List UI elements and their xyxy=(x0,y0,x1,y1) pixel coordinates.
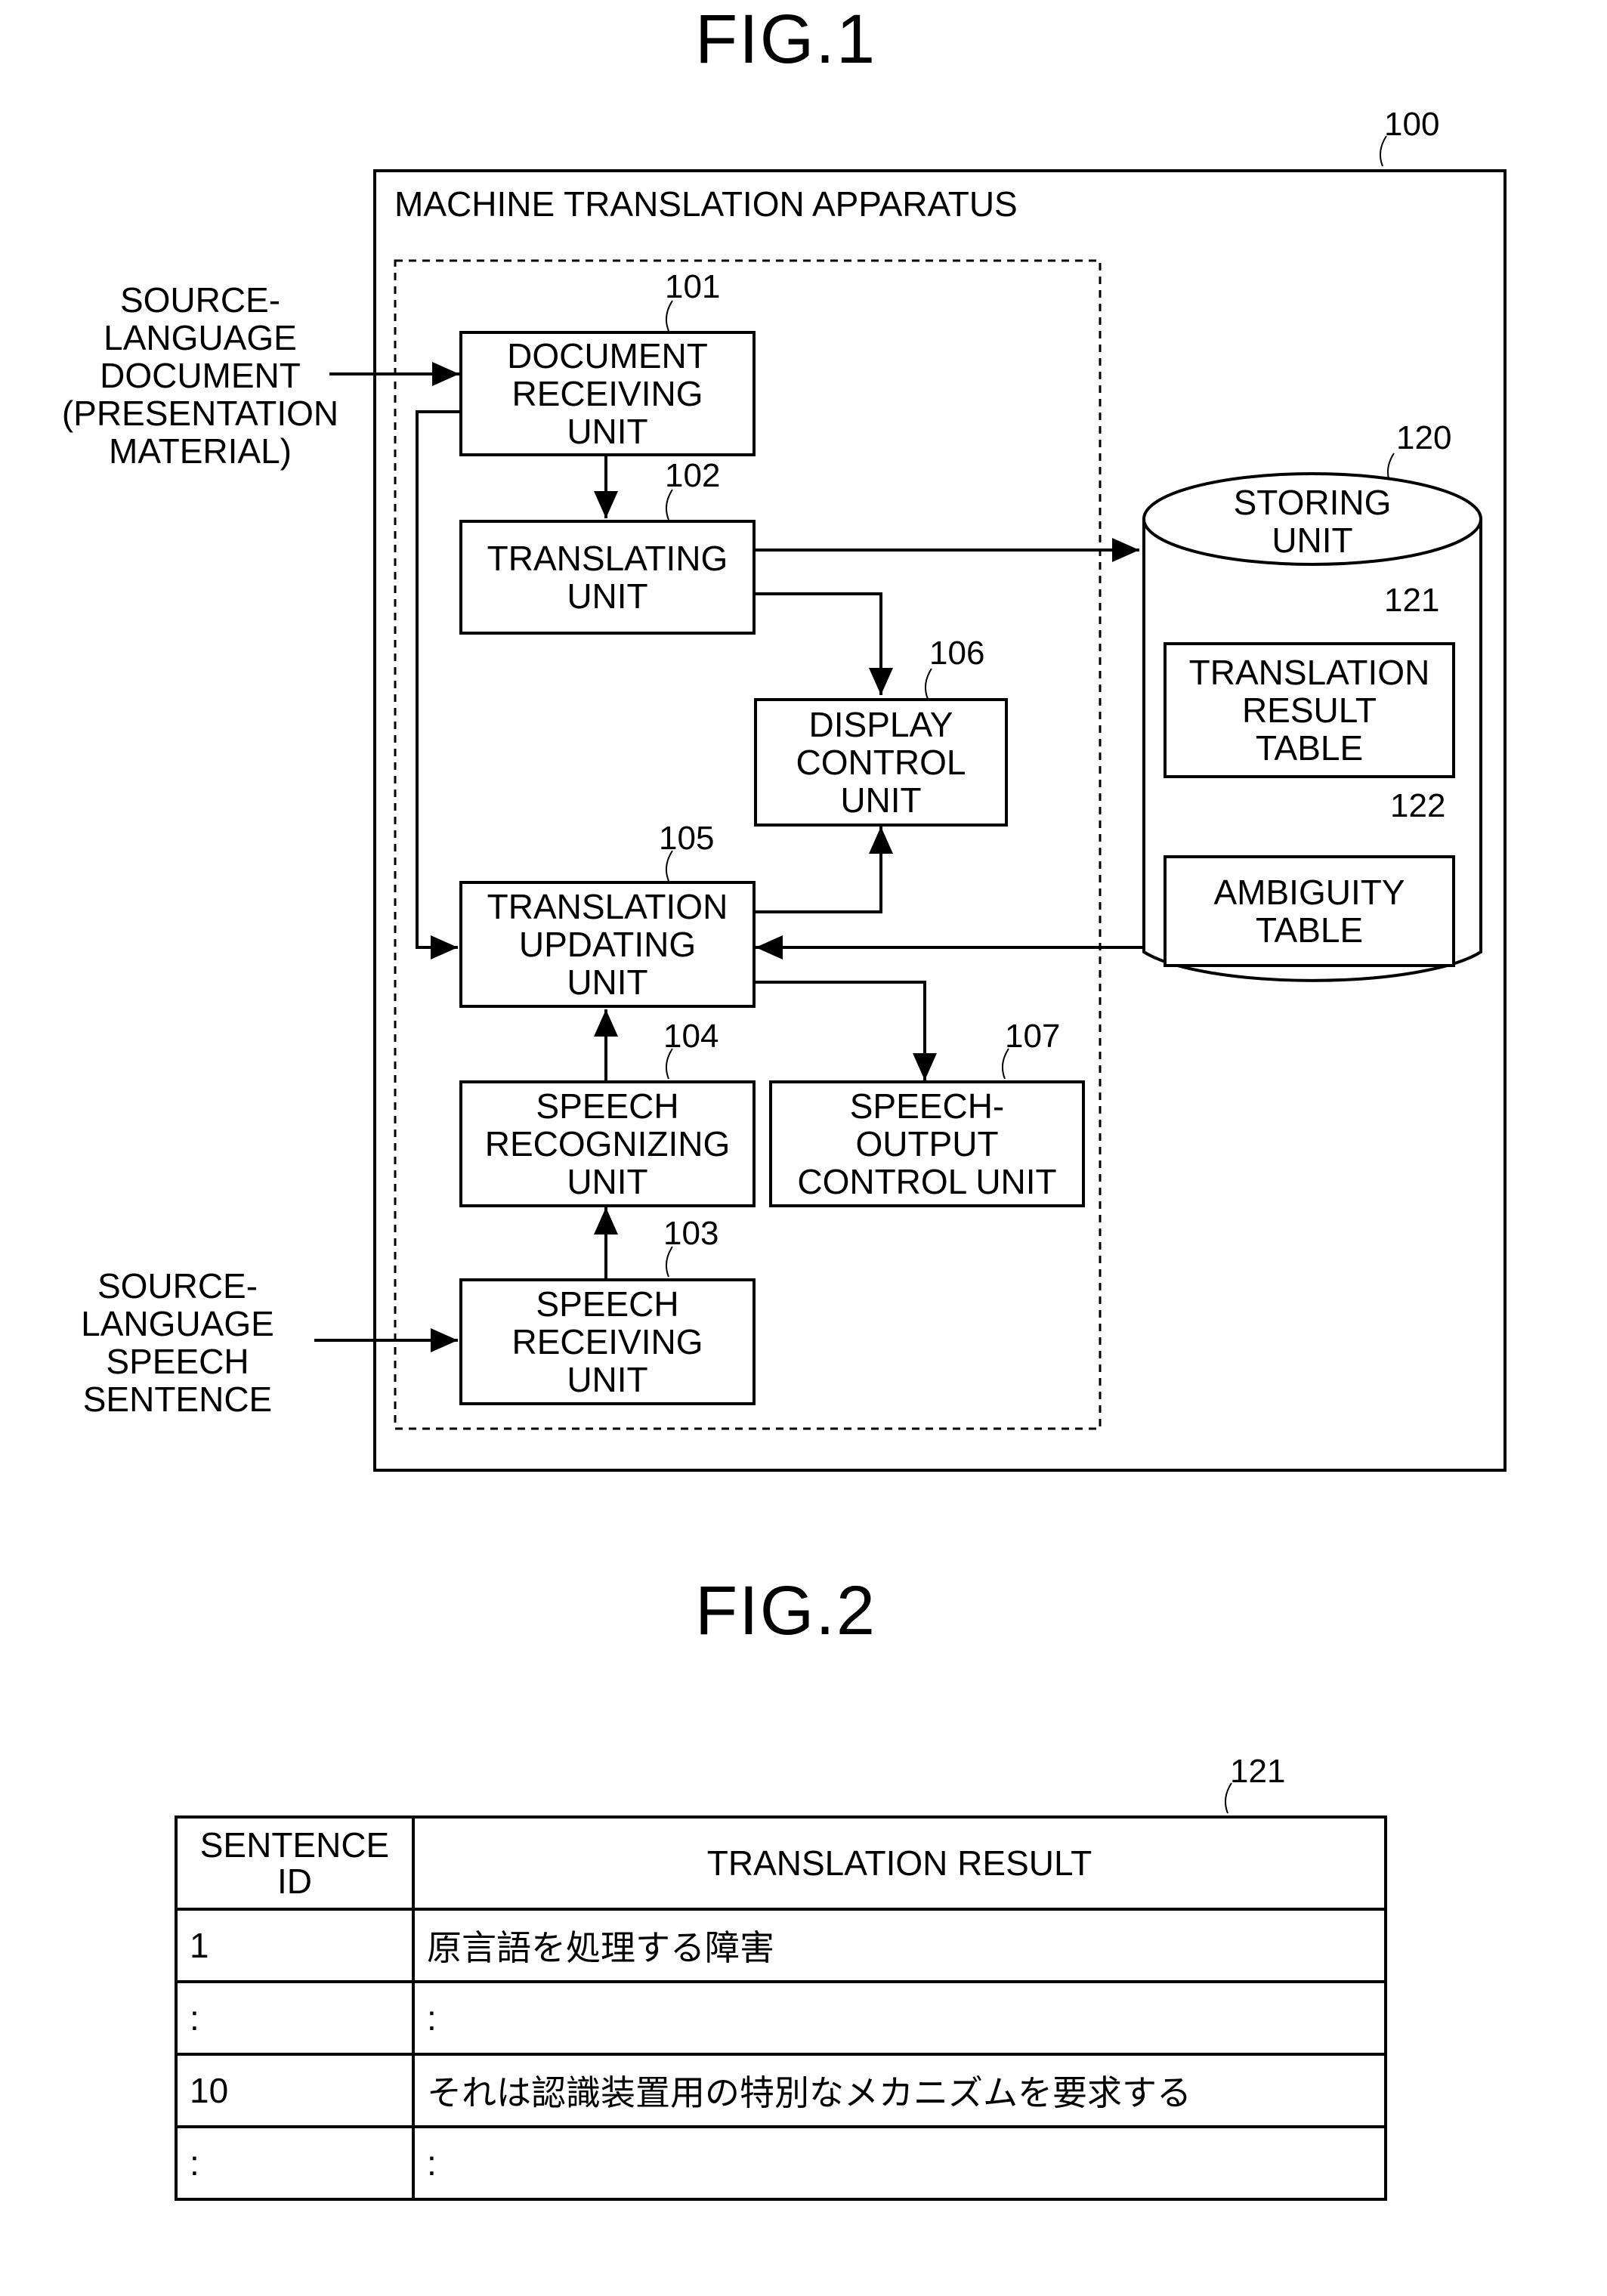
ref-103: 103 xyxy=(663,1215,719,1252)
table-header-row: SENTENCE ID TRANSLATION RESULT xyxy=(175,1815,1387,1911)
ref-105: 105 xyxy=(659,820,715,857)
display-control-unit: DISPLAY CONTROL UNIT xyxy=(754,698,1008,827)
cell-translation-result: : xyxy=(412,2125,1387,2201)
input-source-speech: SOURCE- LANGUAGE SPEECH SENTENCE xyxy=(81,1266,274,1419)
translation-updating-unit: TRANSLATION UPDATING UNIT xyxy=(459,881,756,1008)
table-row: 10 それは認識装置用の特別なメカニズムを要求する xyxy=(175,2053,1387,2128)
arrow-105-107 xyxy=(753,981,937,1080)
cell-translation-result: 原言語を処理する障害 xyxy=(412,1908,1387,1983)
fig2-title: FIG.2 xyxy=(694,1572,877,1649)
cell-translation-result: それは認識装置用の特別なメカニズムを要求する xyxy=(412,2053,1387,2128)
apparatus-label: MACHINE TRANSLATION APPARATUS xyxy=(394,184,1018,224)
cell-sentence-id: 10 xyxy=(175,2053,415,2128)
arrow-102-106 xyxy=(753,592,893,695)
translation-result-table-block: TRANSLATION RESULT TABLE xyxy=(1164,642,1455,778)
ref-101: 101 xyxy=(665,268,721,305)
document-receiving-unit: DOCUMENT RECEIVING UNIT xyxy=(459,331,756,456)
cell-translation-result: : xyxy=(412,1980,1387,2056)
speech-recognizing-unit: SPEECH RECOGNIZING UNIT xyxy=(459,1080,756,1207)
cell-sentence-id: : xyxy=(175,2125,415,2201)
cell-sentence-id: 1 xyxy=(175,1908,415,1983)
ref-106: 106 xyxy=(929,635,985,672)
header-sentence-id: SENTENCE ID xyxy=(175,1815,415,1911)
speech-output-control-unit: SPEECH- OUTPUT CONTROL UNIT xyxy=(769,1080,1085,1207)
ref-100: 100 xyxy=(1384,106,1440,143)
fig2-ref-121: 121 xyxy=(1230,1753,1286,1790)
input-source-document: SOURCE- LANGUAGE DOCUMENT (PRESENTATION … xyxy=(61,280,339,471)
speech-receiving-unit: SPEECH RECEIVING UNIT xyxy=(459,1278,756,1405)
translation-result-table: SENTENCE ID TRANSLATION RESULT 1 原言語を処理す… xyxy=(175,1815,1387,2201)
table-row: : : xyxy=(175,2125,1387,2201)
ref-120: 120 xyxy=(1396,419,1452,456)
ref-121: 121 xyxy=(1384,582,1440,619)
arrow-105-106 xyxy=(753,827,893,913)
ref-122: 122 xyxy=(1390,787,1446,824)
storing-unit-label: STORING UNIT xyxy=(1233,483,1392,560)
leader-106 xyxy=(924,668,932,700)
ref-102: 102 xyxy=(665,457,721,494)
ref-107: 107 xyxy=(1005,1018,1061,1055)
ref-104: 104 xyxy=(663,1018,719,1055)
arrow-101-105 xyxy=(416,410,459,959)
header-translation-result: TRANSLATION RESULT xyxy=(412,1815,1387,1911)
table-row: : : xyxy=(175,1980,1387,2056)
translating-unit: TRANSLATING UNIT xyxy=(459,520,756,635)
ambiguity-table-block: AMBIGUITY TABLE xyxy=(1164,855,1455,967)
cell-sentence-id: : xyxy=(175,1980,415,2056)
table-row: 1 原言語を処理する障害 xyxy=(175,1908,1387,1983)
